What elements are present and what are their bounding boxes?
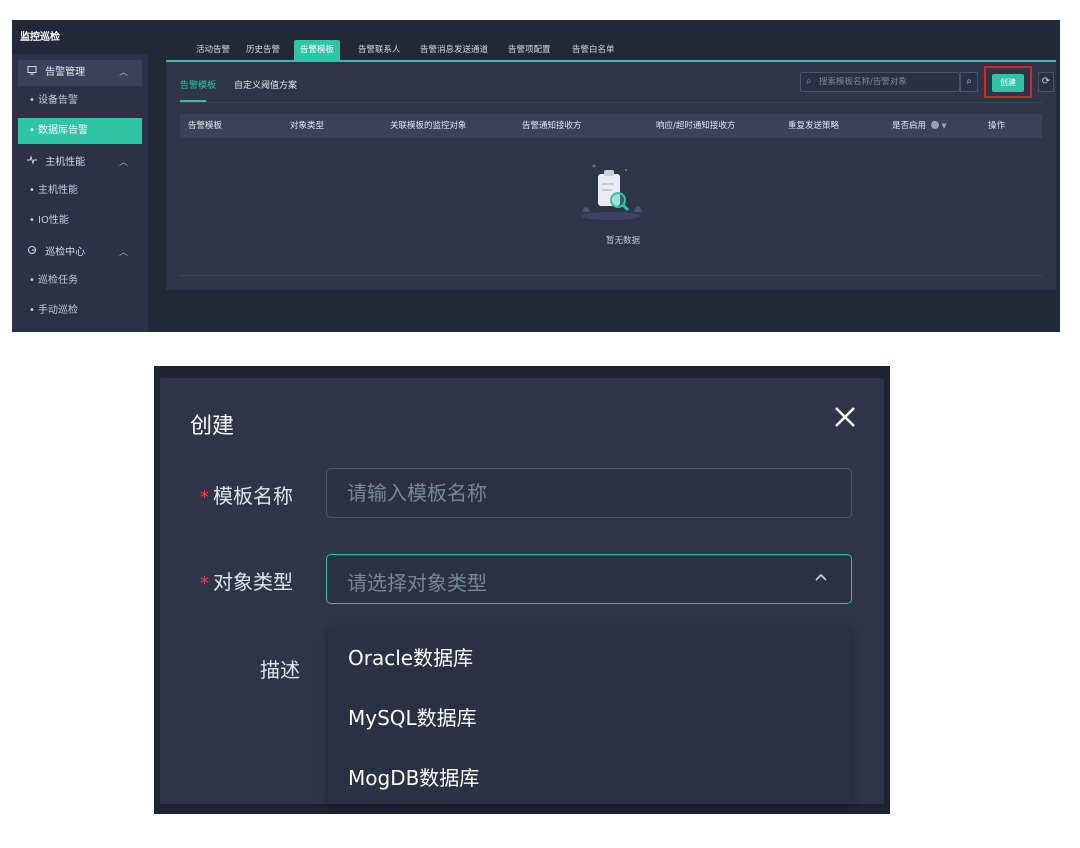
tab-alert-contacts[interactable]: 告警联系人 — [352, 40, 407, 60]
sidebar-item-inspection-task[interactable]: • 巡检任务 — [18, 268, 142, 294]
chevron-up-icon: ︿ — [118, 68, 128, 78]
option-oracle[interactable]: Oracle数据库 — [348, 628, 473, 688]
table-header: 告警模板 对象类型 关联模板的监控对象 告警通知接收方 响应/超时通知接收方 重… — [180, 114, 1042, 138]
tab-alert-item-config[interactable]: 告警项配置 — [502, 40, 557, 60]
sidebar-item-label: IO性能 — [38, 215, 69, 226]
column-header-enabled: 是否启用 ▼ — [892, 114, 947, 138]
filter-icon[interactable]: ▼ — [941, 122, 946, 130]
inspect-icon — [26, 240, 38, 266]
tab-alert-channels[interactable]: 告警消息发送通道 — [414, 40, 494, 60]
sidebar-item-label: 巡检任务 — [38, 275, 78, 286]
object-type-dropdown: Oracle数据库 MySQL数据库 MogDB数据库 — [328, 628, 852, 804]
monitor-icon — [26, 60, 38, 86]
column-header: 重复发送策略 — [788, 121, 840, 131]
chevron-up-icon: ︿ — [118, 158, 128, 168]
pulse-icon — [26, 150, 38, 176]
create-highlight-box: 创建 — [984, 66, 1032, 98]
column-header: 对象类型 — [290, 121, 325, 131]
info-icon — [930, 121, 939, 129]
object-type-label: * 对象类型 — [200, 570, 293, 594]
search-button[interactable]: ⌕ — [960, 72, 978, 92]
template-name-field — [326, 468, 852, 518]
refresh-button[interactable]: ⟳ — [1038, 72, 1054, 92]
modal-title: 创建 — [190, 414, 235, 439]
alert-template-screen: 监控巡检 告警管理 ︿ • 设备告警 • 数据库告警 主机性能 ︿ • 主机性能 • I… — [12, 20, 1060, 332]
footer-area — [148, 290, 1060, 332]
search-icon: ⌕ — [806, 76, 812, 87]
chevron-up-icon — [815, 573, 827, 581]
column-header: 关联模板的监控对象 — [390, 121, 467, 131]
object-type-placeholder: 请选择对象类型 — [347, 571, 487, 595]
subtab-alert-template[interactable]: 告警模板 — [180, 78, 216, 91]
required-marker: * — [200, 487, 209, 508]
sidebar-item-database-alert[interactable]: • 数据库告警 — [18, 118, 142, 144]
sidebar-item-label: 数据库告警 — [38, 125, 88, 136]
column-header: 响应/超时通知接收方 — [656, 121, 736, 131]
sidebar-group-alert-management[interactable]: 告警管理 ︿ — [18, 60, 142, 86]
divider — [180, 102, 1042, 103]
sidebar-item-label: 主机性能 — [38, 185, 78, 196]
tab-alert-template[interactable]: 告警模板 — [294, 40, 341, 60]
tab-alert-whitelist[interactable]: 告警白名单 — [566, 40, 621, 60]
search-icon: ⌕ — [966, 76, 972, 87]
sidebar-item-label: 主机性能 — [45, 157, 86, 168]
empty-state-icon — [581, 164, 642, 220]
divider — [180, 275, 1042, 276]
search-input[interactable] — [819, 77, 939, 87]
sidebar-item-host-performance[interactable]: • 主机性能 — [18, 178, 142, 204]
template-name-input[interactable] — [327, 469, 851, 517]
sidebar-group-host-performance[interactable]: 主机性能 ︿ — [18, 150, 142, 176]
required-marker: * — [200, 573, 209, 594]
tab-active-alerts[interactable]: 活动告警 — [190, 40, 236, 60]
create-modal-screen: 创建 *模板名称 *对象类型 请选择对象类型 描述 Oracle数据库 MySQ… — [154, 366, 890, 814]
sidebar-item-device-alert[interactable]: • 设备告警 — [18, 88, 142, 114]
sidebar-header: 监控巡检 — [12, 20, 148, 54]
sidebar: 监控巡检 告警管理 ︿ • 设备告警 • 数据库告警 主机性能 ︿ • 主机性能 • I… — [12, 20, 148, 332]
column-header: 是否启用 — [892, 121, 927, 131]
empty-state-text: 暂无数据 — [606, 236, 641, 246]
close-icon[interactable] — [830, 402, 860, 432]
subtab-custom-threshold[interactable]: 自定义阈值方案 — [234, 78, 297, 91]
template-name-label: * 模板名称 — [200, 484, 293, 508]
column-header: 告警通知接收方 — [522, 121, 582, 131]
option-mogdb[interactable]: MogDB数据库 — [348, 748, 479, 808]
sidebar-item-label: 告警管理 — [45, 67, 86, 78]
sidebar-item-io-performance[interactable]: • IO性能 — [18, 208, 142, 234]
column-header: 操作 — [988, 121, 1006, 131]
tab-history-alerts[interactable]: 历史告警 — [240, 40, 286, 60]
create-button[interactable]: 创建 — [992, 74, 1024, 92]
description-label: 描述 — [260, 658, 300, 682]
sidebar-item-manual-inspection[interactable]: • 手动巡检 — [18, 298, 142, 324]
chevron-up-icon: ︿ — [118, 248, 128, 258]
option-mysql[interactable]: MySQL数据库 — [348, 688, 477, 748]
create-modal: 创建 *模板名称 *对象类型 请选择对象类型 描述 Oracle数据库 MySQ… — [160, 378, 884, 804]
sidebar-item-label: 设备告警 — [38, 95, 78, 106]
top-tabs: 活动告警 历史告警 告警模板 告警联系人 告警消息发送通道 告警项配置 告警白名… — [166, 40, 1056, 60]
sidebar-item-label: 巡检中心 — [45, 247, 86, 258]
sidebar-group-inspection-center[interactable]: 巡检中心 ︿ — [18, 240, 142, 266]
object-type-select[interactable]: 请选择对象类型 — [326, 554, 852, 604]
refresh-icon: ⟳ — [1041, 76, 1051, 87]
content-panel: 告警模板 自定义阈值方案 ⌕ ⌕ 创建 ⟳ 告警模板 对象类型 关联模板的监控对… — [166, 62, 1056, 290]
search-field: ⌕ — [800, 72, 960, 92]
column-header: 告警模板 — [188, 121, 223, 131]
sidebar-item-label: 手动巡检 — [38, 305, 78, 316]
